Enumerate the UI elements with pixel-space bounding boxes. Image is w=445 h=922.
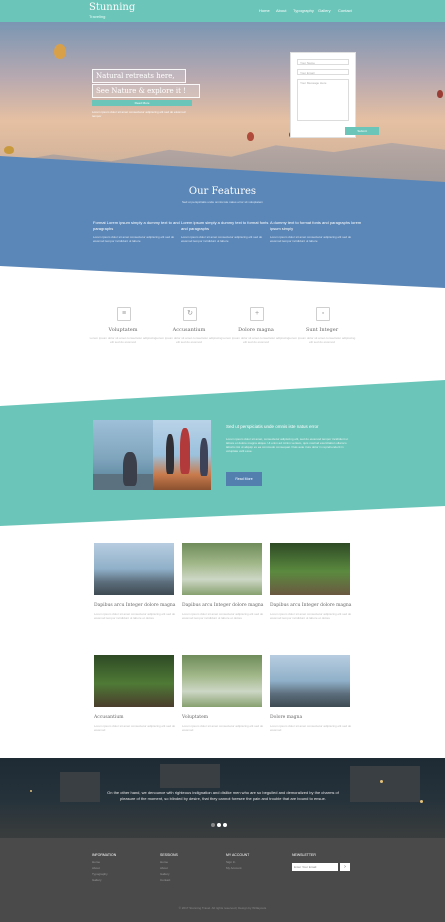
teal-section-title: Sed ut perspiciatis unde omnis iste natu… xyxy=(226,424,319,429)
balloon-image xyxy=(54,44,66,59)
building-shape xyxy=(60,772,100,802)
gallery-item-title[interactable]: Dolore magna xyxy=(270,715,352,720)
nav-item-home[interactable]: Home xyxy=(259,8,270,13)
balloon-image xyxy=(247,132,254,141)
light-dot xyxy=(380,780,383,783)
newsletter-submit-button[interactable]: › xyxy=(340,863,350,871)
icon-feature-text: Lorem ipsum dolor sit amet consectetur a… xyxy=(222,336,290,344)
person-figure xyxy=(200,438,208,476)
building-shape xyxy=(350,766,420,802)
hero-title: Natural retreats here, xyxy=(96,72,175,80)
copyright-text: © 2017 Stunning Travel. All rights reser… xyxy=(178,906,267,910)
footer-heading: SESSIONS xyxy=(160,853,178,857)
gallery-image[interactable] xyxy=(182,543,262,595)
gallery-item-text: Lorem ipsum dolor sit amet consectetur a… xyxy=(182,724,264,732)
gallery-item-text: Lorem ipsum dolor sit amet consectetur a… xyxy=(94,724,176,732)
brand-tagline: Traveling xyxy=(89,14,106,19)
icon-feature-title: Dolore magna xyxy=(238,327,274,333)
gallery-item-title[interactable]: Dapibus arcu Integer dolore magna xyxy=(94,603,176,608)
carousel-dot[interactable] xyxy=(211,823,215,827)
gallery-item-title[interactable]: Dapibus arcu Integer dolore magna xyxy=(270,603,352,608)
footer-link[interactable]: Gallery xyxy=(92,878,102,882)
hero-text: Lorem ipsum dolor sit amet consectetur a… xyxy=(92,110,186,118)
menu-icon: ≡ xyxy=(117,307,131,321)
gallery-item-text: Lorem ipsum dolor sit amet consectetur a… xyxy=(270,724,352,732)
gallery-item-title[interactable]: Voluptatem xyxy=(182,715,264,720)
features-title: Our Features xyxy=(188,186,257,197)
footer-link[interactable]: About xyxy=(160,866,168,870)
feature-text: Lorem ipsum dolor sit amet consectetur a… xyxy=(270,235,352,243)
icon-feature-title: Accusantium xyxy=(172,327,206,333)
hero-read-more-button[interactable]: Read More xyxy=(92,100,192,106)
gallery-item-text: Lorem ipsum dolor sit amet consectetur a… xyxy=(270,612,352,620)
message-field[interactable]: Your Message Here xyxy=(297,79,349,121)
nav-item-about[interactable]: About xyxy=(276,8,286,13)
footer-link[interactable]: Gallery xyxy=(160,872,170,876)
nav-item-gallery[interactable]: Gallery xyxy=(318,8,331,13)
brand-logo[interactable]: Stunning xyxy=(89,3,135,13)
person-figure xyxy=(180,428,190,474)
hero-title-box: Natural retreats here, xyxy=(92,69,186,83)
hero-title-box: See Nature & explore it ! xyxy=(92,84,200,98)
name-field[interactable]: Your Name xyxy=(297,59,349,65)
newsletter-email-input[interactable]: Enter Your Email xyxy=(292,863,338,871)
footer-link[interactable]: About xyxy=(92,866,100,870)
person-figure xyxy=(123,452,137,486)
teal-section-text: Lorem ipsum dolor sit amet, consectetur … xyxy=(226,437,349,453)
hero-subtitle: See Nature & explore it ! xyxy=(96,87,186,95)
nav-item-typography[interactable]: Typography xyxy=(293,8,314,13)
feature-column: Lorem ipsum simply a dummy text to forma… xyxy=(181,220,273,243)
footer-link[interactable]: My Account xyxy=(226,866,242,870)
carousel-dot[interactable] xyxy=(223,823,227,827)
refresh-icon: ↻ xyxy=(183,307,197,321)
footer-link[interactable]: Sign In xyxy=(226,860,235,864)
file-icon: ▫ xyxy=(316,307,330,321)
light-dot xyxy=(30,790,32,792)
plus-icon: + xyxy=(250,307,264,321)
icon-feature-title: Sunt Integer xyxy=(305,327,339,333)
gallery-item-title[interactable]: Dapibus arcu Integer dolore magna xyxy=(182,603,264,608)
gallery-image[interactable] xyxy=(94,543,174,595)
contact-form: Your Name Your Email Your Message Here xyxy=(290,52,356,138)
email-field[interactable]: Your Email xyxy=(297,69,349,75)
feature-text: Lorem ipsum dolor sit amet consectetur a… xyxy=(93,235,175,243)
gallery-image[interactable] xyxy=(94,655,174,707)
footer-heading: NEWSLETTER xyxy=(292,853,316,857)
nav-item-contact[interactable]: Contact xyxy=(338,8,352,13)
icon-feature-text: Lorem ipsum dolor sit amet consectetur a… xyxy=(288,336,356,344)
footer-heading: INFORMATION xyxy=(92,853,117,857)
top-header xyxy=(0,0,445,22)
banner-quote-text: On the other hand, we denounce with righ… xyxy=(107,790,339,801)
teal-section-bg xyxy=(0,380,445,526)
balloon-image xyxy=(437,90,443,98)
footer-link[interactable]: Home xyxy=(92,860,100,864)
feature-heading: Format Lorem ipsum simply a dummy text t… xyxy=(93,220,180,231)
person-figure xyxy=(166,434,174,474)
icon-feature-title: Voluptatem xyxy=(108,327,138,333)
gallery-item-text: Lorem ipsum dolor sit amet consectetur a… xyxy=(182,612,264,620)
light-dot xyxy=(420,800,423,803)
gallery-item-text: Lorem ipsum dolor sit amet consectetur a… xyxy=(94,612,176,620)
gallery-item-title[interactable]: Accusantium xyxy=(94,715,176,720)
feature-heading: Lorem ipsum simply a dummy text to forma… xyxy=(181,220,269,231)
footer-link[interactable]: Typography xyxy=(92,872,108,876)
submit-button[interactable]: Submit xyxy=(345,127,379,135)
features-subtitle: Sed ut perspiciatis unde omnis iste natu… xyxy=(181,200,264,204)
feature-column: Format Lorem ipsum simply a dummy text t… xyxy=(93,220,185,243)
icon-feature-text: Lorem ipsum dolor sit amet consectetur a… xyxy=(89,336,157,344)
footer-link[interactable]: Home xyxy=(160,860,168,864)
teal-read-more-button[interactable]: Read More xyxy=(226,472,262,486)
building-shape xyxy=(160,764,220,788)
feature-heading: A dummy text to format fonts and paragra… xyxy=(270,220,362,231)
footer-link[interactable]: Contact xyxy=(160,878,170,882)
gallery-image[interactable] xyxy=(270,655,350,707)
gallery-image[interactable] xyxy=(270,543,350,595)
gallery-image[interactable] xyxy=(182,655,262,707)
feature-column: A dummy text to format fonts and paragra… xyxy=(270,220,362,243)
footer-heading: MY ACCOUNT xyxy=(226,853,250,857)
carousel-dot-active[interactable] xyxy=(217,823,221,827)
feature-text: Lorem ipsum dolor sit amet consectetur a… xyxy=(181,235,263,243)
icon-feature-text: Lorem ipsum dolor sit amet consectetur a… xyxy=(155,336,223,344)
